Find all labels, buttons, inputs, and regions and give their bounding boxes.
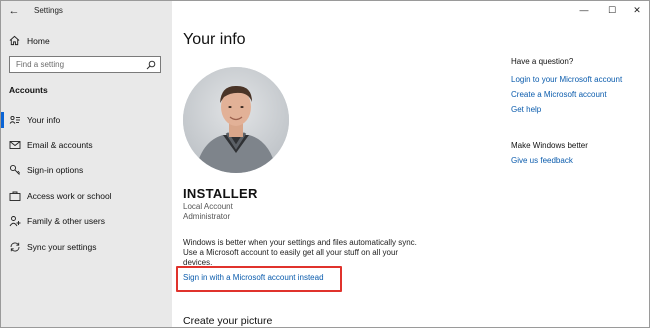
create-picture-heading: Create your picture xyxy=(183,315,273,327)
person-plus-icon xyxy=(9,216,21,227)
sidebar-item-label: Family & other users xyxy=(27,216,105,226)
sidebar-item-sign-in-options[interactable]: Sign-in options xyxy=(1,159,172,181)
title-bar-left: ← Settings xyxy=(1,1,172,21)
back-arrow-icon[interactable]: ← xyxy=(7,4,21,18)
sidebar-item-access-work-school[interactable]: Access work or school xyxy=(1,185,172,207)
settings-window: ← Settings Home Find a setting Accounts xyxy=(0,0,650,328)
home-icon xyxy=(9,35,20,46)
feedback-heading: Make Windows better xyxy=(511,141,588,150)
home-nav-item[interactable]: Home xyxy=(1,31,172,51)
mail-icon xyxy=(9,141,21,149)
sidebar-item-label: Sync your settings xyxy=(27,242,97,252)
user-name: INSTALLER xyxy=(183,186,258,201)
avatar xyxy=(183,67,289,173)
sidebar-item-label: Your info xyxy=(27,115,61,125)
key-icon xyxy=(9,164,21,175)
sidebar-item-sync-settings[interactable]: Sync your settings xyxy=(1,236,172,258)
section-heading-accounts: Accounts xyxy=(9,85,48,95)
page-title: Your info xyxy=(183,31,246,48)
sidebar: ← Settings Home Find a setting Accounts xyxy=(1,1,172,327)
minimize-button[interactable]: — xyxy=(571,1,597,19)
search-icon[interactable] xyxy=(146,60,156,70)
sign-in-microsoft-link[interactable]: Sign in with a Microsoft account instead xyxy=(183,273,324,282)
search-placeholder: Find a setting xyxy=(16,60,65,69)
sidebar-item-your-info[interactable]: Your info xyxy=(1,109,172,131)
login-microsoft-account-link[interactable]: Login to your Microsoft account xyxy=(511,75,622,84)
get-help-link[interactable]: Get help xyxy=(511,105,541,114)
sidebar-item-family-other-users[interactable]: Family & other users xyxy=(1,210,172,232)
sidebar-item-email-accounts[interactable]: Email & accounts xyxy=(1,134,172,156)
create-microsoft-account-link[interactable]: Create a Microsoft account xyxy=(511,90,607,99)
give-feedback-link[interactable]: Give us feedback xyxy=(511,156,573,165)
question-heading: Have a question? xyxy=(511,57,574,66)
sidebar-item-label: Access work or school xyxy=(27,191,112,201)
maximize-button[interactable]: ☐ xyxy=(599,1,625,19)
account-type: Local Account xyxy=(183,202,233,211)
app-title: Settings xyxy=(34,6,63,15)
sync-info-text: Windows is better when your settings and… xyxy=(183,238,417,267)
profile-photo xyxy=(183,67,289,173)
briefcase-icon xyxy=(9,191,21,201)
sidebar-item-label: Email & accounts xyxy=(27,140,93,150)
person-card-icon xyxy=(9,115,20,124)
sync-icon xyxy=(10,242,20,252)
search-input[interactable]: Find a setting xyxy=(9,56,161,73)
close-button[interactable]: ✕ xyxy=(624,1,649,19)
home-label: Home xyxy=(27,36,50,46)
sidebar-item-label: Sign-in options xyxy=(27,165,84,175)
active-indicator xyxy=(1,112,4,128)
account-role: Administrator xyxy=(183,212,231,221)
